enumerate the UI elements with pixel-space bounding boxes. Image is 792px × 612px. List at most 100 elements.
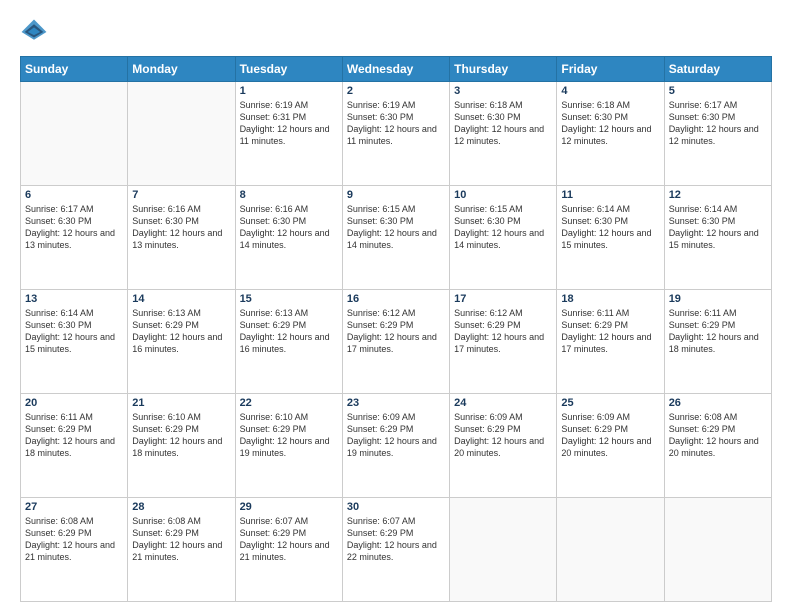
day-info: Sunrise: 6:10 AM Sunset: 6:29 PM Dayligh… (132, 411, 230, 460)
calendar-cell (557, 498, 664, 602)
day-info: Sunrise: 6:10 AM Sunset: 6:29 PM Dayligh… (240, 411, 338, 460)
calendar-week-3: 13 Sunrise: 6:14 AM Sunset: 6:30 PM Dayli… (21, 290, 772, 394)
day-number: 14 (132, 293, 230, 305)
calendar-cell: 29 Sunrise: 6:07 AM Sunset: 6:29 PM Dayli… (235, 498, 342, 602)
calendar-cell (450, 498, 557, 602)
day-number: 3 (454, 85, 552, 97)
calendar-table: SundayMondayTuesdayWednesdayThursdayFrid… (20, 56, 772, 602)
calendar-cell: 26 Sunrise: 6:08 AM Sunset: 6:29 PM Dayli… (664, 394, 771, 498)
logo-icon (20, 18, 48, 46)
calendar-header-monday: Monday (128, 57, 235, 82)
day-info: Sunrise: 6:11 AM Sunset: 6:29 PM Dayligh… (25, 411, 123, 460)
calendar-cell: 28 Sunrise: 6:08 AM Sunset: 6:29 PM Dayli… (128, 498, 235, 602)
day-number: 15 (240, 293, 338, 305)
day-info: Sunrise: 6:11 AM Sunset: 6:29 PM Dayligh… (561, 307, 659, 356)
day-info: Sunrise: 6:17 AM Sunset: 6:30 PM Dayligh… (25, 203, 123, 252)
calendar-cell: 10 Sunrise: 6:15 AM Sunset: 6:30 PM Dayli… (450, 186, 557, 290)
day-number: 27 (25, 501, 123, 513)
calendar-cell: 18 Sunrise: 6:11 AM Sunset: 6:29 PM Dayli… (557, 290, 664, 394)
day-info: Sunrise: 6:15 AM Sunset: 6:30 PM Dayligh… (347, 203, 445, 252)
day-info: Sunrise: 6:08 AM Sunset: 6:29 PM Dayligh… (669, 411, 767, 460)
day-info: Sunrise: 6:13 AM Sunset: 6:29 PM Dayligh… (240, 307, 338, 356)
day-number: 16 (347, 293, 445, 305)
day-number: 11 (561, 189, 659, 201)
calendar-cell: 2 Sunrise: 6:19 AM Sunset: 6:30 PM Daylig… (342, 82, 449, 186)
day-info: Sunrise: 6:09 AM Sunset: 6:29 PM Dayligh… (347, 411, 445, 460)
calendar-cell (128, 82, 235, 186)
calendar-cell: 15 Sunrise: 6:13 AM Sunset: 6:29 PM Dayli… (235, 290, 342, 394)
calendar-week-2: 6 Sunrise: 6:17 AM Sunset: 6:30 PM Daylig… (21, 186, 772, 290)
calendar-cell: 5 Sunrise: 6:17 AM Sunset: 6:30 PM Daylig… (664, 82, 771, 186)
calendar-header-saturday: Saturday (664, 57, 771, 82)
calendar-week-5: 27 Sunrise: 6:08 AM Sunset: 6:29 PM Dayli… (21, 498, 772, 602)
calendar-header-friday: Friday (557, 57, 664, 82)
day-info: Sunrise: 6:08 AM Sunset: 6:29 PM Dayligh… (25, 515, 123, 564)
day-info: Sunrise: 6:07 AM Sunset: 6:29 PM Dayligh… (240, 515, 338, 564)
day-info: Sunrise: 6:11 AM Sunset: 6:29 PM Dayligh… (669, 307, 767, 356)
day-info: Sunrise: 6:19 AM Sunset: 6:31 PM Dayligh… (240, 99, 338, 148)
calendar-cell: 23Sunrise: 6:09 AM Sunset: 6:29 PM Dayli… (342, 394, 449, 498)
calendar-cell: 24 Sunrise: 6:09 AM Sunset: 6:29 PM Dayli… (450, 394, 557, 498)
calendar-cell: 14 Sunrise: 6:13 AM Sunset: 6:29 PM Dayli… (128, 290, 235, 394)
day-number: 19 (669, 293, 767, 305)
day-number: 17 (454, 293, 552, 305)
page: SundayMondayTuesdayWednesdayThursdayFrid… (0, 0, 792, 612)
calendar-cell: 19 Sunrise: 6:11 AM Sunset: 6:29 PM Dayli… (664, 290, 771, 394)
day-number: 1 (240, 85, 338, 97)
calendar-cell: 20 Sunrise: 6:11 AM Sunset: 6:29 PM Dayli… (21, 394, 128, 498)
day-number: 22 (240, 397, 338, 409)
day-info: Sunrise: 6:12 AM Sunset: 6:29 PM Dayligh… (347, 307, 445, 356)
day-number: 6 (25, 189, 123, 201)
calendar-cell: 30 Sunrise: 6:07 AM Sunset: 6:29 PM Dayli… (342, 498, 449, 602)
day-number: 29 (240, 501, 338, 513)
day-number: 5 (669, 85, 767, 97)
day-info: Sunrise: 6:13 AM Sunset: 6:29 PM Dayligh… (132, 307, 230, 356)
day-info: Sunrise: 6:17 AM Sunset: 6:30 PM Dayligh… (669, 99, 767, 148)
day-info: Sunrise: 6:19 AM Sunset: 6:30 PM Dayligh… (347, 99, 445, 148)
day-number: 8 (240, 189, 338, 201)
calendar-cell: 17 Sunrise: 6:12 AM Sunset: 6:29 PM Dayli… (450, 290, 557, 394)
calendar-cell: 21 Sunrise: 6:10 AM Sunset: 6:29 PM Dayli… (128, 394, 235, 498)
day-number: 21 (132, 397, 230, 409)
day-number: 2 (347, 85, 445, 97)
calendar-header-wednesday: Wednesday (342, 57, 449, 82)
logo (20, 18, 52, 46)
calendar-cell: 6 Sunrise: 6:17 AM Sunset: 6:30 PM Daylig… (21, 186, 128, 290)
day-info: Sunrise: 6:08 AM Sunset: 6:29 PM Dayligh… (132, 515, 230, 564)
day-number: 24 (454, 397, 552, 409)
day-info: Sunrise: 6:09 AM Sunset: 6:29 PM Dayligh… (454, 411, 552, 460)
calendar-header-row: SundayMondayTuesdayWednesdayThursdayFrid… (21, 57, 772, 82)
day-number: 28 (132, 501, 230, 513)
calendar-cell: 3 Sunrise: 6:18 AM Sunset: 6:30 PM Daylig… (450, 82, 557, 186)
day-info: Sunrise: 6:16 AM Sunset: 6:30 PM Dayligh… (132, 203, 230, 252)
day-number: 30 (347, 501, 445, 513)
day-info: Sunrise: 6:15 AM Sunset: 6:30 PM Dayligh… (454, 203, 552, 252)
calendar-cell: 11 Sunrise: 6:14 AM Sunset: 6:30 PM Dayli… (557, 186, 664, 290)
day-number: 4 (561, 85, 659, 97)
calendar-cell (664, 498, 771, 602)
day-number: 20 (25, 397, 123, 409)
calendar-cell: 12 Sunrise: 6:14 AM Sunset: 6:30 PM Dayli… (664, 186, 771, 290)
calendar-header-sunday: Sunday (21, 57, 128, 82)
day-info: Sunrise: 6:09 AM Sunset: 6:29 PM Dayligh… (561, 411, 659, 460)
day-number: 18 (561, 293, 659, 305)
day-info: Sunrise: 6:14 AM Sunset: 6:30 PM Dayligh… (669, 203, 767, 252)
day-info: Sunrise: 6:18 AM Sunset: 6:30 PM Dayligh… (454, 99, 552, 148)
calendar-cell: 25Sunrise: 6:09 AM Sunset: 6:29 PM Dayli… (557, 394, 664, 498)
header (20, 18, 772, 46)
day-number: 13 (25, 293, 123, 305)
day-number: 12 (669, 189, 767, 201)
calendar-cell: 4Sunrise: 6:18 AM Sunset: 6:30 PM Daylig… (557, 82, 664, 186)
day-number: 26 (669, 397, 767, 409)
calendar-cell: 13 Sunrise: 6:14 AM Sunset: 6:30 PM Dayli… (21, 290, 128, 394)
day-info: Sunrise: 6:12 AM Sunset: 6:29 PM Dayligh… (454, 307, 552, 356)
calendar-week-4: 20 Sunrise: 6:11 AM Sunset: 6:29 PM Dayli… (21, 394, 772, 498)
day-info: Sunrise: 6:07 AM Sunset: 6:29 PM Dayligh… (347, 515, 445, 564)
calendar-cell: 16 Sunrise: 6:12 AM Sunset: 6:29 PM Dayli… (342, 290, 449, 394)
calendar-week-1: 1 Sunrise: 6:19 AM Sunset: 6:31 PM Daylig… (21, 82, 772, 186)
day-info: Sunrise: 6:14 AM Sunset: 6:30 PM Dayligh… (561, 203, 659, 252)
calendar-cell: 9Sunrise: 6:15 AM Sunset: 6:30 PM Daylig… (342, 186, 449, 290)
day-info: Sunrise: 6:14 AM Sunset: 6:30 PM Dayligh… (25, 307, 123, 356)
calendar-header-tuesday: Tuesday (235, 57, 342, 82)
day-number: 10 (454, 189, 552, 201)
